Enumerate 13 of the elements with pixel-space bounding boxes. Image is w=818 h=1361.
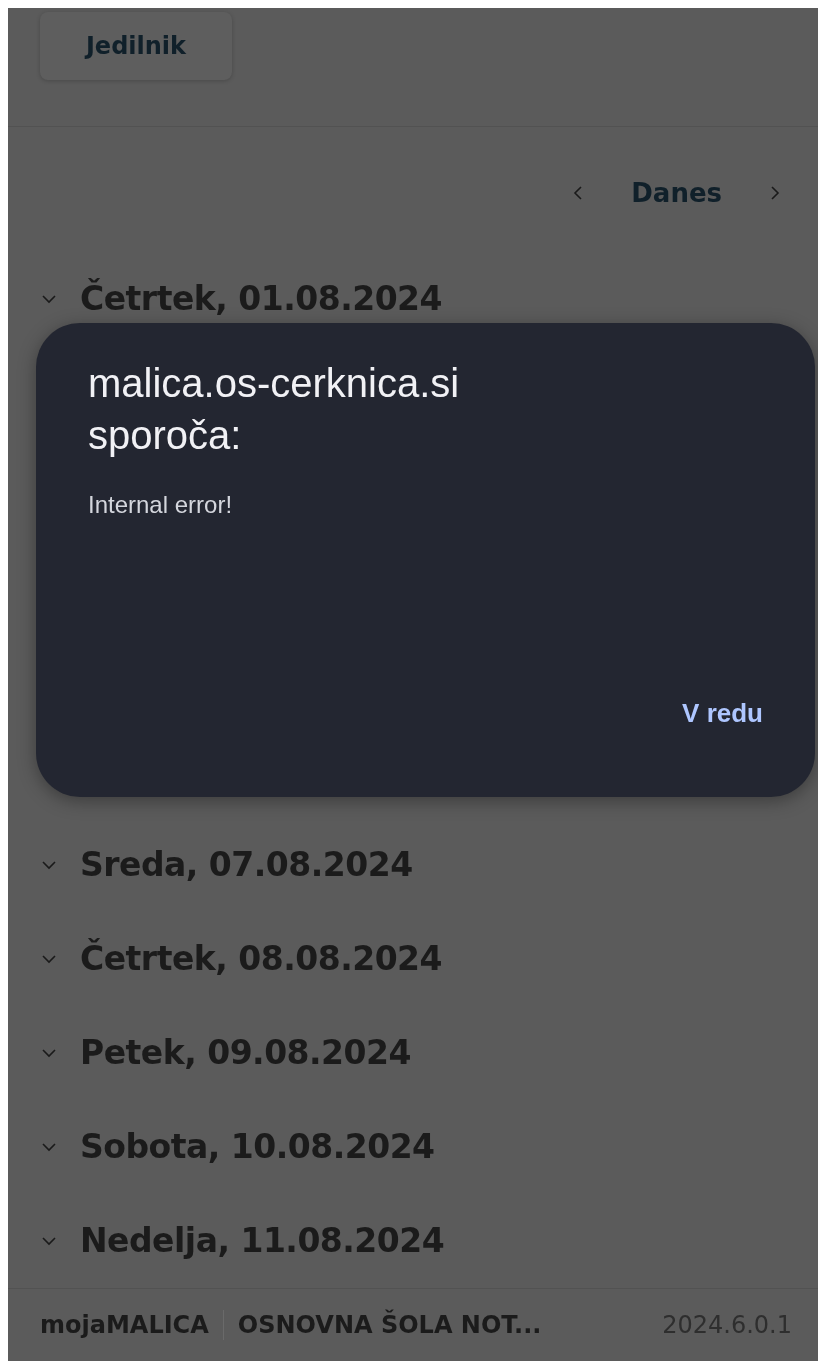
- day-heading[interactable]: Sobota, 10.08.2024: [80, 1127, 435, 1167]
- app-name: mojaMALICA: [40, 1310, 209, 1339]
- day-heading[interactable]: Četrtek, 08.08.2024: [80, 939, 443, 979]
- school-name: OSNOVNA ŠOLA NOT...: [237, 1310, 542, 1339]
- day-heading[interactable]: Sreda, 07.08.2024: [80, 845, 413, 885]
- day-heading[interactable]: Četrtek, 01.08.2024: [80, 279, 443, 319]
- day-heading[interactable]: Nedelja, 11.08.2024: [80, 1221, 445, 1261]
- day-heading[interactable]: Petek, 09.08.2024: [80, 1033, 411, 1073]
- dialog-title: malica.os-cerknica.si sporoča:: [88, 360, 461, 459]
- ok-button[interactable]: V redu: [656, 692, 789, 735]
- today-button[interactable]: Danes: [621, 174, 732, 213]
- dialog-message: Internal error!: [88, 491, 234, 519]
- menu-button[interactable]: Jedilnik: [40, 12, 232, 80]
